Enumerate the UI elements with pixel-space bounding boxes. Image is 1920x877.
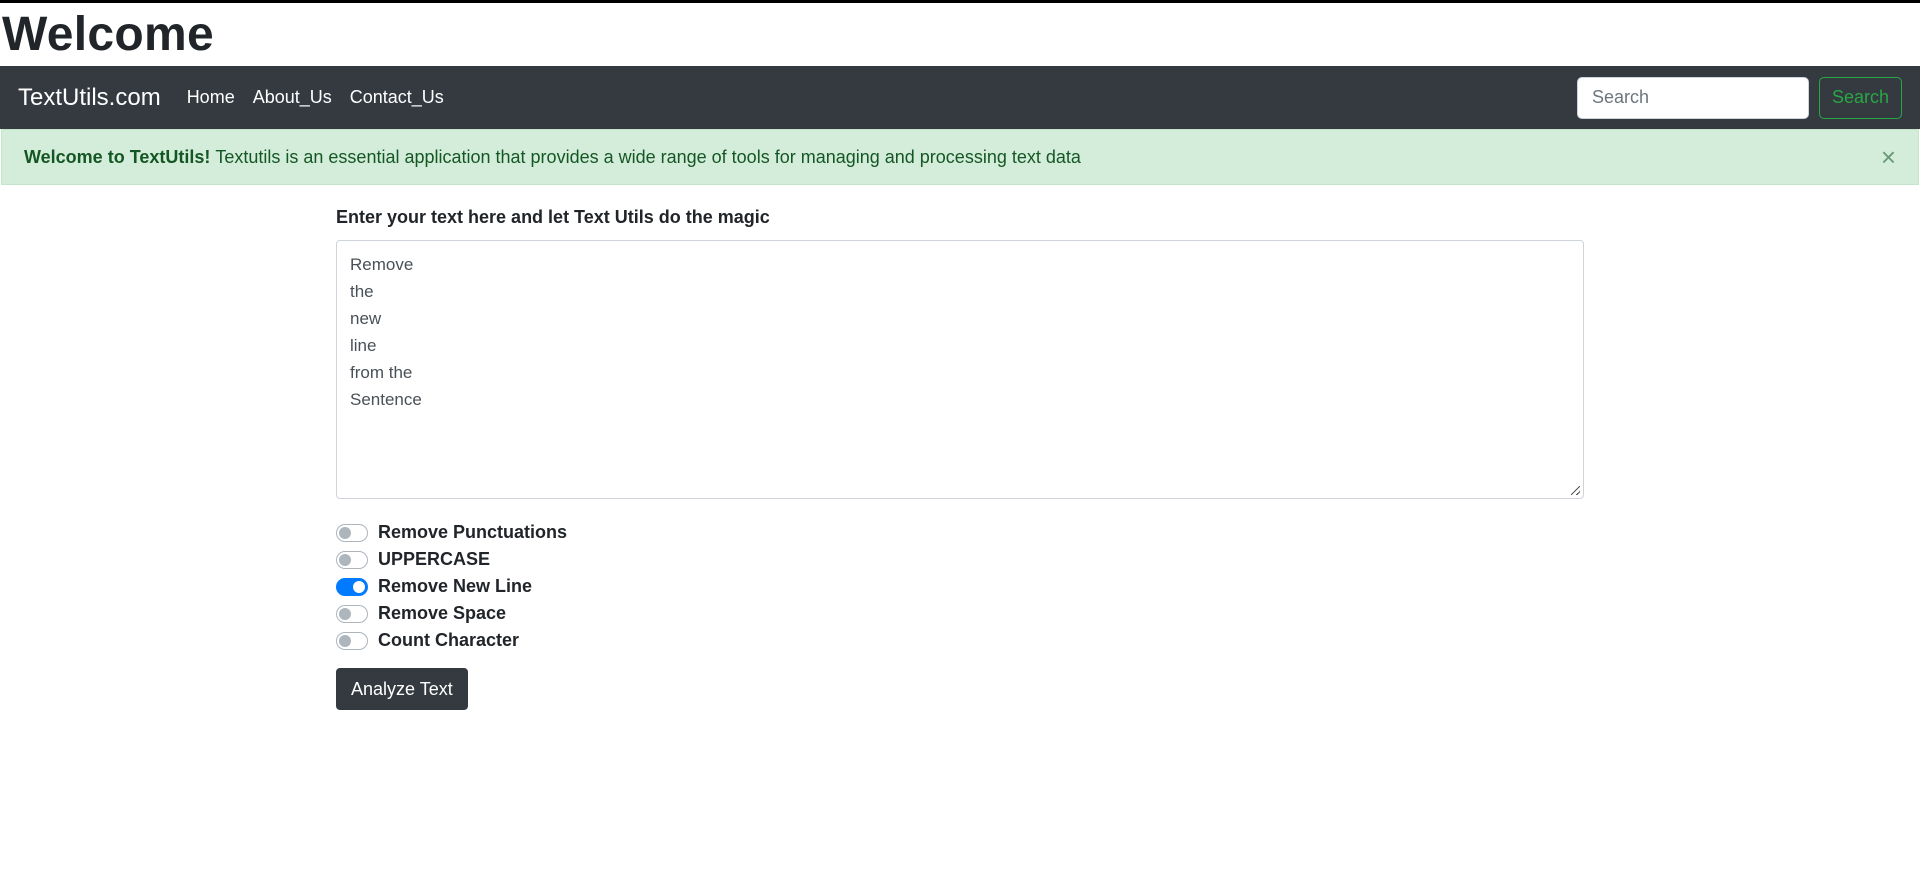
resize-handle-icon[interactable] bbox=[1571, 486, 1580, 495]
analyze-text-button[interactable]: Analyze Text bbox=[336, 668, 468, 710]
text-input-area[interactable]: Remove the new line from the Sentence bbox=[336, 240, 1584, 499]
toggle-knob bbox=[339, 553, 351, 566]
switch-label: UPPERCASE bbox=[378, 549, 491, 569]
main-container: Enter your text here and let Text Utils … bbox=[336, 185, 1584, 710]
textarea-label: Enter your text here and let Text Utils … bbox=[336, 207, 770, 227]
navbar-brand[interactable]: TextUtils.com bbox=[18, 84, 161, 112]
toggle-knob bbox=[353, 580, 365, 593]
nav-link-contact-us[interactable]: Contact_Us bbox=[350, 87, 444, 108]
switch-label: Remove New Line bbox=[378, 576, 533, 596]
toggle-remove-space[interactable] bbox=[336, 604, 368, 623]
search-button[interactable]: Search bbox=[1818, 76, 1902, 119]
toggle-knob bbox=[339, 607, 351, 620]
textarea-line: the bbox=[350, 282, 374, 301]
alert-message: Textutils is an essential application th… bbox=[215, 146, 1081, 167]
switch-label: Count Character bbox=[378, 630, 520, 650]
textarea-line: new bbox=[350, 309, 382, 328]
switch-uppercase: UPPERCASE bbox=[336, 546, 1584, 573]
toggle-remove-new-line[interactable] bbox=[336, 577, 368, 596]
textarea-line: Remove bbox=[350, 255, 414, 274]
switch-remove-space: Remove Space bbox=[336, 600, 1584, 627]
alert-title: Welcome to TextUtils! bbox=[24, 146, 211, 167]
toggle-count-character[interactable] bbox=[336, 631, 368, 650]
toggle-knob bbox=[339, 526, 351, 539]
toggle-uppercase[interactable] bbox=[336, 550, 368, 569]
switch-label: Remove Space bbox=[378, 603, 507, 623]
toggle-remove-punctuations[interactable] bbox=[336, 523, 368, 542]
toggle-knob bbox=[339, 634, 351, 647]
navbar: TextUtils.com Home About_Us Contact_Us S… bbox=[0, 66, 1920, 129]
switch-label: Remove Punctuations bbox=[378, 522, 568, 542]
switch-count-character: Count Character bbox=[336, 627, 1584, 654]
textarea-line: Sentence bbox=[350, 390, 422, 409]
options-switch-group: Remove Punctuations UPPERCASE Remove New… bbox=[336, 519, 1584, 654]
page-title: Welcome bbox=[2, 8, 214, 61]
welcome-alert: Welcome to TextUtils! Textutils is an es… bbox=[1, 129, 1919, 185]
nav-link-about-us[interactable]: About_Us bbox=[253, 87, 332, 108]
switch-remove-new-line: Remove New Line bbox=[336, 573, 1584, 600]
textarea-line: line bbox=[350, 336, 377, 355]
nav-link-home[interactable]: Home bbox=[187, 87, 235, 108]
textarea-line: from the bbox=[350, 363, 413, 382]
close-icon[interactable]: × bbox=[1881, 144, 1896, 170]
search-input[interactable] bbox=[1576, 76, 1809, 119]
switch-remove-punctuations: Remove Punctuations bbox=[336, 519, 1584, 546]
